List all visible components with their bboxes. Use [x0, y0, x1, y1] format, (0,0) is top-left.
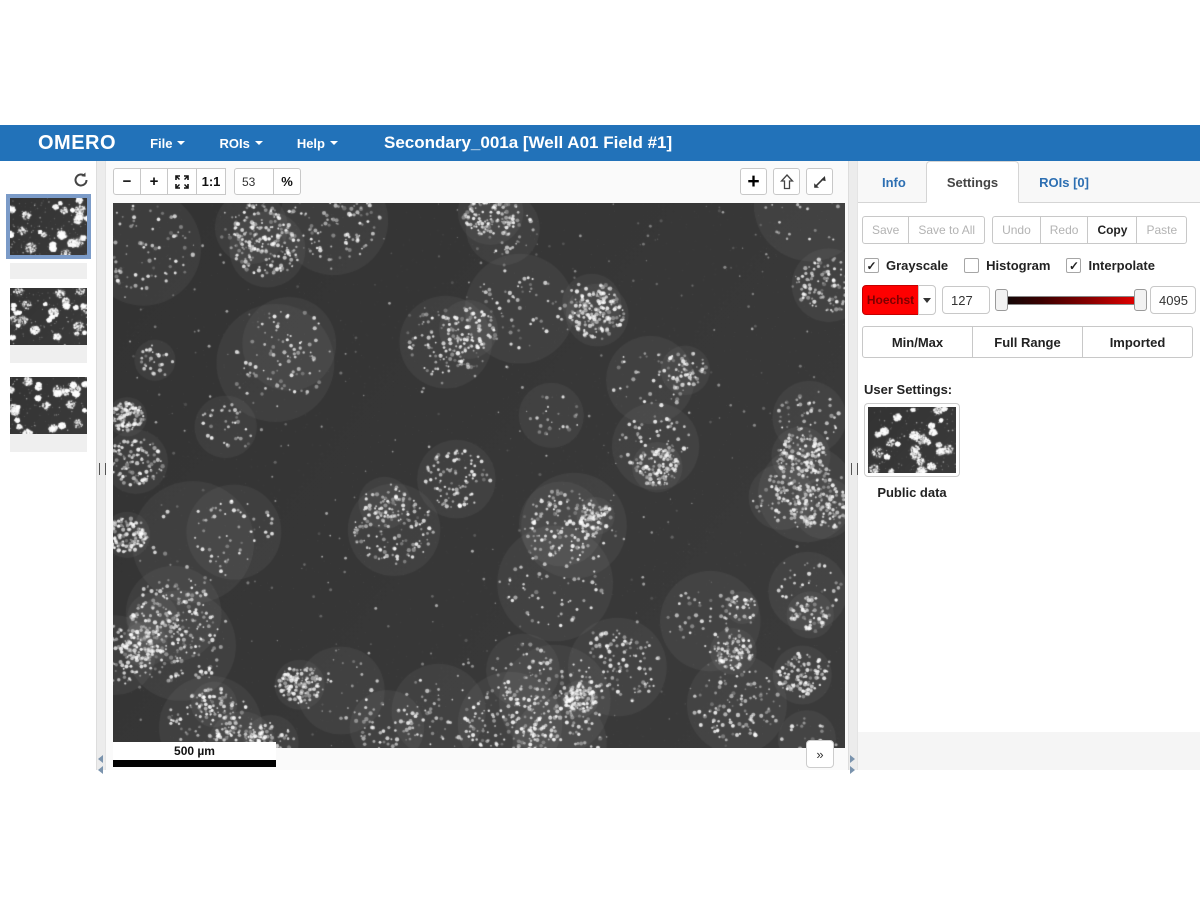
user-setting-thumbnail[interactable]	[864, 403, 960, 477]
zoom-percent-input[interactable]: 53	[234, 168, 274, 195]
chevron-down-icon	[177, 141, 185, 145]
open-fullscreen-button[interactable]	[806, 168, 833, 195]
thumbnail-caption	[10, 345, 87, 363]
panel-tabbar: Info Settings ROIs [0]	[858, 161, 1200, 203]
menu-rois[interactable]: ROIs	[219, 136, 262, 151]
expand-thumbnails-button[interactable]: »	[806, 740, 834, 768]
arrow-up-icon	[780, 174, 794, 190]
slider-handle-min[interactable]	[995, 289, 1008, 311]
channel-range-slider	[998, 285, 1144, 315]
undo-button[interactable]: Undo	[992, 216, 1041, 244]
render-option-checkboxes: ✓ Grayscale Histogram ✓ Interpolate	[864, 258, 1171, 273]
settings-panel: Info Settings ROIs [0] Save Save to All …	[858, 161, 1200, 770]
thumbnail-image-3[interactable]	[10, 377, 87, 434]
grayscale-checkbox[interactable]: ✓ Grayscale	[864, 258, 948, 273]
microscopy-image[interactable]	[113, 203, 845, 748]
chevron-down-icon	[330, 141, 338, 145]
full-range-button[interactable]: Full Range	[972, 326, 1083, 358]
settings-action-buttons: Save Save to All Undo Redo Copy Paste	[862, 216, 1187, 244]
interpolate-checkbox[interactable]: ✓ Interpolate	[1066, 258, 1154, 273]
scalebar-label: 500 µm	[113, 742, 276, 760]
fit-to-window-button[interactable]	[167, 168, 197, 195]
one-to-one-button[interactable]: 1:1	[196, 168, 226, 195]
percent-button[interactable]: %	[273, 168, 301, 195]
menu-help[interactable]: Help	[297, 136, 338, 151]
publish-button[interactable]	[773, 168, 800, 195]
min-max-button[interactable]: Min/Max	[862, 326, 973, 358]
chevron-down-icon	[923, 298, 931, 303]
tab-settings[interactable]: Settings	[926, 161, 1019, 203]
thumbnail-caption	[10, 263, 87, 279]
image-title: Secondary_001a [Well A01 Field #1]	[384, 133, 672, 153]
checkbox-icon: ✓	[864, 258, 879, 273]
zoom-toolbar: − + 1:1 53 %	[113, 168, 301, 195]
checkbox-icon: ✓	[1066, 258, 1081, 273]
range-preset-buttons: Min/Max Full Range Imported	[862, 326, 1193, 358]
save-to-all-button[interactable]: Save to All	[908, 216, 985, 244]
omero-iviewer-page: OMERO File ROIs Help Secondary_001a [Wel…	[0, 0, 1200, 900]
panel-footer	[858, 732, 1200, 770]
resize-grip-icon	[99, 463, 106, 475]
zoom-in-button[interactable]: +	[140, 168, 168, 195]
redo-button[interactable]: Redo	[1040, 216, 1089, 244]
thumbnail-image-2[interactable]	[10, 288, 87, 345]
menu-file[interactable]: File	[150, 136, 185, 151]
thumbnail-caption	[10, 434, 87, 452]
save-button[interactable]: Save	[862, 216, 909, 244]
zoom-out-button[interactable]: −	[113, 168, 141, 195]
checkbox-icon	[964, 258, 979, 273]
resize-grip-icon	[851, 463, 858, 475]
histogram-checkbox[interactable]: Histogram	[964, 258, 1050, 273]
user-setting-name: Public data	[864, 485, 960, 500]
window-start-input[interactable]: 127	[942, 286, 990, 314]
left-panel-resizer[interactable]	[96, 161, 106, 770]
omero-logo: OMERO	[38, 132, 116, 155]
refresh-icon[interactable]	[72, 171, 90, 189]
imported-button[interactable]: Imported	[1082, 326, 1193, 358]
thumbnail-image-1	[10, 198, 87, 255]
collapse-left-icon[interactable]	[98, 755, 103, 774]
channel-toggle-button[interactable]: Hoechst	[862, 285, 919, 315]
channel-color-dropdown[interactable]	[918, 285, 936, 315]
add-button[interactable]: +	[740, 168, 767, 195]
right-panel-resizer[interactable]	[848, 161, 858, 770]
image-viewport-area: − + 1:1 53 % +	[106, 161, 848, 770]
thumbnail-sidebar	[0, 161, 96, 770]
tab-rois[interactable]: ROIs [0]	[1019, 161, 1109, 203]
slider-handle-max[interactable]	[1134, 289, 1147, 311]
user-setting-thumbnail-image	[868, 407, 956, 473]
scalebar-bar	[113, 760, 276, 767]
slider-track[interactable]	[998, 296, 1144, 305]
collapse-right-icon[interactable]	[850, 755, 855, 774]
tab-info[interactable]: Info	[862, 161, 926, 203]
top-navbar: OMERO File ROIs Help Secondary_001a [Wel…	[0, 125, 1200, 161]
expand-arrows-icon	[175, 175, 189, 189]
copy-button[interactable]: Copy	[1087, 216, 1137, 244]
paste-button[interactable]: Paste	[1136, 216, 1187, 244]
diagonal-arrow-icon	[813, 175, 827, 189]
channel-row: Hoechst 127 4095	[862, 285, 1196, 315]
window-end-input[interactable]: 4095	[1150, 286, 1196, 314]
user-settings-heading: User Settings:	[864, 382, 952, 397]
scalebar: 500 µm	[113, 742, 276, 767]
chevron-down-icon	[255, 141, 263, 145]
thumbnail-selected[interactable]	[6, 194, 91, 259]
